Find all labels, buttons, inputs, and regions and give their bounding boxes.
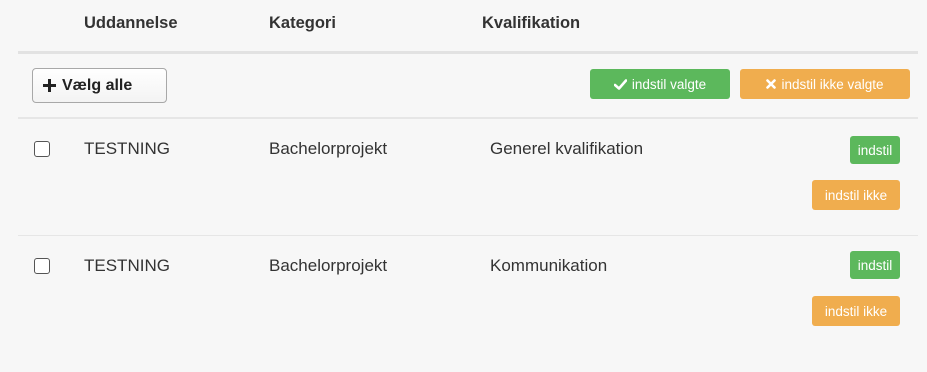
- plus-icon: [43, 79, 56, 92]
- select-all-button[interactable]: Vælg alle: [32, 68, 167, 103]
- row-divider: [18, 235, 918, 236]
- set-selected-label: indstil valgte: [631, 76, 707, 92]
- column-header-qualification: Kvalifikation: [482, 14, 581, 32]
- qualification-cell: Kommunikation: [490, 256, 608, 275]
- category-cell: Bachelorprojekt: [269, 256, 388, 275]
- set-button[interactable]: indstil: [850, 136, 900, 164]
- set-button[interactable]: indstil: [850, 251, 900, 279]
- row-checkbox[interactable]: [34, 258, 50, 274]
- qualification-cell: Generel kvalifikation: [490, 139, 644, 158]
- header-divider: [18, 51, 918, 54]
- select-all-label: Vælg alle: [62, 76, 133, 94]
- row-divider: [18, 117, 918, 119]
- x-icon: [766, 79, 777, 89]
- unset-selected-label: indstil ikke valgte: [781, 76, 884, 92]
- category-cell: Bachelorprojekt: [269, 139, 388, 158]
- column-header-education: Uddannelse: [84, 14, 178, 32]
- set-selected-button[interactable]: indstil valgte: [590, 69, 730, 99]
- unset-button[interactable]: indstil ikke: [812, 296, 900, 326]
- unset-selected-button[interactable]: indstil ikke valgte: [740, 69, 910, 99]
- education-cell: TESTNING: [84, 256, 170, 275]
- check-icon: [613, 78, 627, 90]
- row-checkbox[interactable]: [34, 141, 50, 157]
- unset-button[interactable]: indstil ikke: [812, 180, 900, 210]
- education-cell: TESTNING: [84, 139, 170, 158]
- column-header-category: Kategori: [269, 14, 336, 32]
